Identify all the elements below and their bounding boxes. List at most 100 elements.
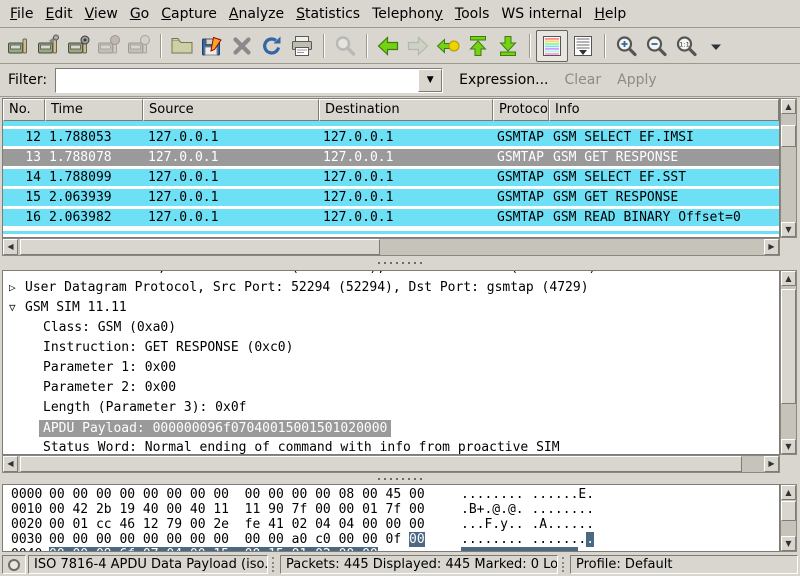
detail-row-0[interactable]: Internet Protocol, Src: 127.0.0.1 (127.0… [3,271,779,278]
zoom-in-button[interactable] [611,31,641,61]
scroll-up-button[interactable]: ▲ [781,485,796,500]
expander-expanded-icon[interactable]: ▽ [9,301,16,314]
scroll-up-button[interactable]: ▲ [781,99,796,114]
scroll-down-button[interactable]: ▼ [781,222,796,237]
reload-button[interactable] [257,31,287,61]
detail-row-1[interactable]: ▷ User Datagram Protocol, Src Port: 52294… [3,278,779,298]
cell-proto: GSMTAP [497,121,544,125]
packet-row-15[interactable]: 152.063939127.0.0.1127.0.0.1GSMTAPGSM GE… [3,189,779,209]
column-header-info[interactable]: Info [549,99,779,121]
detail-row-5[interactable]: Parameter 1: 0x00 [3,358,779,378]
menu-statistics[interactable]: Statistics [290,3,366,25]
menu-edit[interactable]: Edit [39,3,78,25]
menu-capture[interactable]: Capture [155,3,223,25]
expander-collapsed-icon[interactable]: ▷ [9,281,16,294]
hex-row-0020[interactable]: 002000 01 cc 46 12 79 00 2e fe 41 02 04 … [3,517,779,532]
menu-go[interactable]: Go [124,3,155,25]
list-interfaces-button[interactable] [4,31,34,61]
hex-row-0040[interactable]: 004000 00 09 6f 07 04 00 15 00 15 01 02 … [3,547,779,552]
scroll-up-button[interactable]: ▲ [781,271,796,286]
auto-scroll-button[interactable] [568,31,598,61]
zoom-out-button[interactable] [641,31,671,61]
detail-row-9[interactable]: Status Word: Normal ending of command wi… [3,438,779,455]
cell-time: 1.778551 [49,121,112,125]
packet-list-body[interactable]: 111.778551127.0.0.1127.0.0.1GSMTAPGSM GE… [3,121,779,237]
statusbar-divider [562,557,568,572]
column-header-time[interactable]: Time [45,99,143,121]
filter-label[interactable]: Filter: [8,72,47,88]
go-to-bottom-button[interactable] [493,31,523,61]
hex-dump-pane[interactable]: 000000 00 00 00 00 00 00 00 00 00 00 00 … [2,484,780,552]
detail-row-3[interactable]: Class: GSM (0xa0) [3,318,779,338]
packet-row-sliver [3,231,779,234]
expression-button[interactable]: Expression... [459,72,548,88]
menu-ws-internal[interactable]: WS internal [495,3,588,25]
go-back-button[interactable] [373,31,403,61]
column-header-no[interactable]: No. [3,99,45,121]
file-close-button[interactable] [227,31,257,61]
details-splitter[interactable] [0,473,800,484]
packet-details-pane[interactable]: Internet Protocol, Src: 127.0.0.1 (127.0… [2,270,780,455]
scroll-down-button[interactable]: ▼ [781,536,796,551]
splitter-grip-icon [378,262,422,264]
column-header-protocol[interactable]: Protocol [493,99,549,121]
filter-combobox[interactable]: ▼ [55,68,443,93]
scroll-left-button[interactable]: ◀ [3,456,18,472]
detail-row-8[interactable]: APDU Payload: 000000096f0704001500150102… [3,418,779,438]
detail-row-7[interactable]: Length (Parameter 3): 0x0f [3,398,779,418]
hex-row-0000[interactable]: 000000 00 00 00 00 00 00 00 00 00 00 00 … [3,487,779,502]
packet-list-splitter[interactable] [0,256,800,270]
packet-row-12[interactable]: 121.788053127.0.0.1127.0.0.1GSMTAPGSM SE… [3,129,779,149]
go-to-top-button[interactable] [463,31,493,61]
colorize-button[interactable] [536,30,568,62]
filter-input[interactable] [57,70,419,91]
detail-text: User Datagram Protocol, Src Port: 52294 … [25,280,589,295]
column-header-destination[interactable]: Destination [319,99,493,121]
menu-view[interactable]: View [79,3,124,25]
expert-info-button[interactable] [2,555,26,574]
scroll-left-button[interactable]: ◀ [3,239,18,255]
menu-tools[interactable]: Tools [449,3,496,25]
packet-list-vscroll[interactable]: ▲▼ [780,98,797,238]
hex-row-0030[interactable]: 003000 00 00 00 00 00 00 00 00 00 a0 c0 … [3,532,779,547]
hex-row-0010[interactable]: 001000 42 2b 19 40 00 40 11 11 90 7f 00 … [3,502,779,517]
scroll-thumb[interactable] [20,456,742,472]
packet-row-11[interactable]: 111.778551127.0.0.1127.0.0.1GSMTAPGSM GE… [3,121,779,129]
file-save-icon [200,34,224,58]
toolbar-separator [604,34,605,58]
scroll-down-button[interactable]: ▼ [781,439,796,454]
go-to-packet-button[interactable] [433,31,463,61]
file-open-button[interactable] [167,31,197,61]
hex-vscroll[interactable]: ▲▼ [780,484,797,552]
filter-dropdown-button[interactable]: ▼ [418,69,442,92]
menu-help[interactable]: Help [588,3,632,25]
detail-row-2[interactable]: ▽GSM SIM 11.11 [3,298,779,318]
packet-list-hscroll[interactable]: ◀▶ [2,238,780,256]
packet-row-13[interactable]: 131.788078127.0.0.1127.0.0.1GSMTAPGSM GE… [3,149,779,169]
scroll-thumb[interactable] [20,239,380,255]
scroll-right-button[interactable]: ▶ [764,456,779,472]
hex-offset: 0000 [11,487,42,502]
details-hscroll[interactable]: ◀▶ [2,455,780,473]
menu-analyze[interactable]: Analyze [223,3,290,25]
scroll-thumb[interactable] [781,501,796,521]
detail-row-6[interactable]: Parameter 2: 0x00 [3,378,779,398]
capture-start-button[interactable] [64,31,94,61]
menu-file[interactable]: File [4,3,39,25]
detail-row-4[interactable]: Instruction: GET RESPONSE (0xc0) [3,338,779,358]
scroll-thumb[interactable] [781,125,796,147]
scroll-right-button[interactable]: ▶ [764,239,779,255]
file-save-button[interactable] [197,31,227,61]
go-back-icon [376,34,400,58]
more-dropdown-button[interactable] [701,31,731,61]
packet-row-16[interactable]: 162.063982127.0.0.1127.0.0.1GSMTAPGSM RE… [3,209,779,229]
zoom-actual-button[interactable]: 1:1 [671,31,701,61]
scroll-thumb[interactable] [781,289,796,404]
menu-telephony[interactable]: Telephony [366,3,449,25]
details-vscroll[interactable]: ▲▼ [780,270,797,455]
print-button[interactable] [287,31,317,61]
column-header-source[interactable]: Source [143,99,319,121]
capture-options-button[interactable] [34,31,64,61]
chevron-down-icon: ▼ [427,76,434,85]
packet-row-14[interactable]: 141.788099127.0.0.1127.0.0.1GSMTAPGSM SE… [3,169,779,189]
